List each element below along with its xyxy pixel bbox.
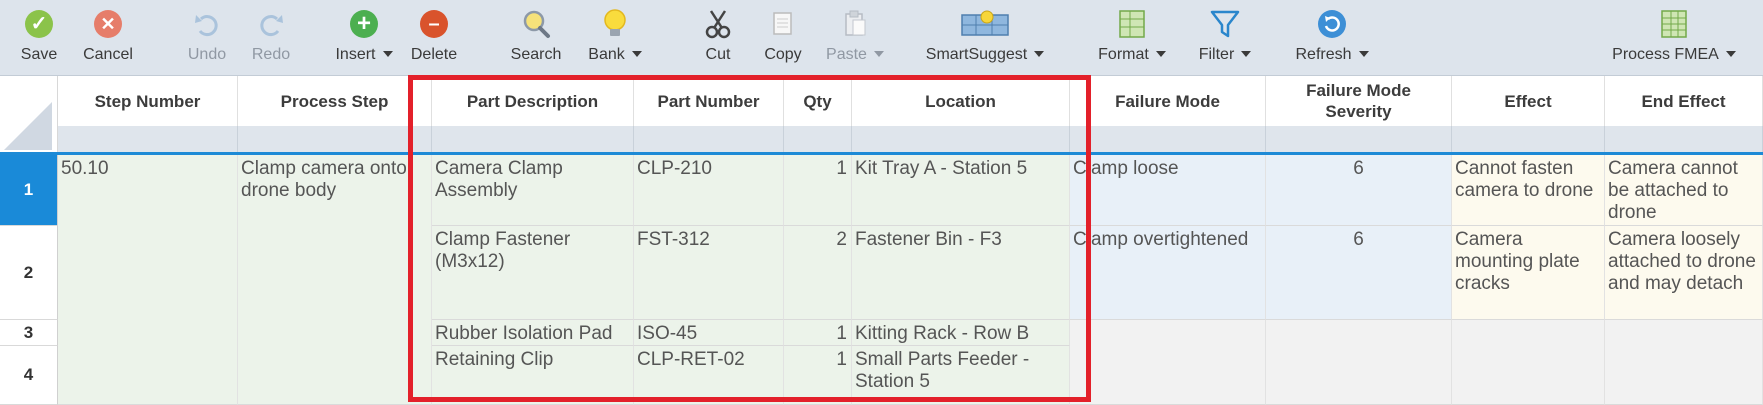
col-header-part-description[interactable]: Part Description [432,76,634,126]
col-header-process-step[interactable]: Process Step [238,76,432,126]
filter-cell[interactable] [1452,126,1605,152]
cell-severity[interactable]: 6 [1266,155,1452,226]
col-header-step-number[interactable]: Step Number [58,76,238,126]
corner-triangle-icon [4,102,52,150]
cell-effect[interactable]: Camera mounting plate cracks [1452,226,1605,320]
cell-location[interactable]: Kitting Rack - Row B [852,320,1070,346]
refresh-icon [1316,8,1348,40]
cell-part-number[interactable]: CLP-210 [634,155,784,226]
refresh-button[interactable]: Refresh [1292,0,1372,76]
row-header-2[interactable]: 2 [0,226,58,320]
cancel-button[interactable]: ✕ Cancel [78,0,138,76]
search-icon [520,8,552,40]
chevron-down-icon [1155,50,1166,57]
filter-cell[interactable] [1070,126,1266,152]
cell-part-number[interactable]: ISO-45 [634,320,784,346]
col-header-end-effect[interactable]: End Effect [1605,76,1763,126]
filter-cell[interactable] [1266,126,1452,152]
bank-button[interactable]: Bank [580,0,650,76]
cell-part-description[interactable]: Camera Clamp Assembly [432,155,634,226]
cancel-icon: ✕ [92,8,124,40]
chevron-down-icon [1241,50,1252,57]
cell-part-number[interactable]: CLP-RET-02 [634,346,784,405]
paste-icon [839,8,871,40]
toolbar: ✓ Save ✕ Cancel Undo Redo + Insert – Del… [0,0,1763,76]
fmea-grid: Step Number Process Step Part Descriptio… [0,76,1763,405]
cell-part-description[interactable]: Retaining Clip [432,346,634,405]
redo-button[interactable]: Redo [244,0,298,76]
cell-step-number[interactable]: 50.10 [58,155,238,405]
copy-button[interactable]: Copy [756,0,810,76]
cell-process-step[interactable]: Clamp camera onto drone body [238,155,432,405]
col-header-effect[interactable]: Effect [1452,76,1605,126]
cell-failure-mode[interactable]: Clamp overtightened [1070,226,1266,320]
chevron-down-icon [631,50,642,57]
smartsuggest-icon [960,8,1010,40]
filter-cell[interactable] [58,126,238,152]
format-icon [1116,8,1148,40]
filter-cell[interactable] [238,126,432,152]
scissors-icon [702,8,734,40]
cell-failure-mode[interactable] [1070,320,1266,405]
filter-cell[interactable] [634,126,784,152]
undo-icon [191,8,223,40]
format-button[interactable]: Format [1088,0,1176,76]
row-header-3[interactable]: 3 [0,320,58,346]
cut-button[interactable]: Cut [692,0,744,76]
cell-qty[interactable]: 1 [784,346,852,405]
chevron-down-icon [1358,50,1369,57]
filter-button[interactable]: Filter [1190,0,1260,76]
redo-icon [255,8,287,40]
cell-end-effect[interactable] [1605,320,1763,405]
cell-part-description[interactable]: Clamp Fastener (M3x12) [432,226,634,320]
paste-button[interactable]: Paste [818,0,892,76]
cell-severity[interactable]: 6 [1266,226,1452,320]
cell-part-description[interactable]: Rubber Isolation Pad [432,320,634,346]
chevron-down-icon [873,50,884,57]
view-selector[interactable]: Process FMEA [1604,0,1744,76]
spreadsheet-icon [1658,8,1690,40]
cell-end-effect[interactable]: Camera loosely attached to drone and may… [1605,226,1763,320]
cell-effect[interactable] [1452,320,1605,405]
search-button[interactable]: Search [506,0,566,76]
cell-end-effect[interactable]: Camera cannot be attached to drone [1605,155,1763,226]
filter-icon [1209,8,1241,40]
checkmark-icon: ✓ [23,8,55,40]
col-header-part-number[interactable]: Part Number [634,76,784,126]
cell-severity[interactable] [1266,320,1452,405]
cell-qty[interactable]: 2 [784,226,852,320]
col-header-location[interactable]: Location [852,76,1070,126]
col-header-severity[interactable]: Failure Mode Severity [1266,76,1452,126]
chevron-down-icon [1725,50,1736,57]
smartsuggest-button[interactable]: SmartSuggest [920,0,1050,76]
col-header-qty[interactable]: Qty [784,76,852,126]
save-button[interactable]: ✓ Save [14,0,64,76]
filter-cell[interactable] [784,126,852,152]
cell-qty[interactable]: 1 [784,155,852,226]
row-header-4[interactable]: 4 [0,346,58,405]
cell-location[interactable]: Kit Tray A - Station 5 [852,155,1070,226]
filter-cell[interactable] [1605,126,1763,152]
plus-icon: + [348,8,380,40]
chevron-down-icon [1034,50,1045,57]
row-header-1[interactable]: 1 [0,155,58,226]
insert-button[interactable]: + Insert [326,0,402,76]
lightbulb-icon [599,8,631,40]
filter-cell[interactable] [852,126,1070,152]
chevron-down-icon [382,50,393,57]
minus-icon: – [418,8,450,40]
cell-part-number[interactable]: FST-312 [634,226,784,320]
select-all-corner[interactable] [0,76,58,155]
cell-failure-mode[interactable]: Clamp loose [1070,155,1266,226]
undo-button[interactable]: Undo [180,0,234,76]
cell-location[interactable]: Small Parts Feeder - Station 5 [852,346,1070,405]
filter-cell[interactable] [432,126,634,152]
col-header-failure-mode[interactable]: Failure Mode [1070,76,1266,126]
delete-button[interactable]: – Delete [404,0,464,76]
copy-icon [767,8,799,40]
cell-qty[interactable]: 1 [784,320,852,346]
cell-location[interactable]: Fastener Bin - F3 [852,226,1070,320]
cell-effect[interactable]: Cannot fasten camera to drone [1452,155,1605,226]
